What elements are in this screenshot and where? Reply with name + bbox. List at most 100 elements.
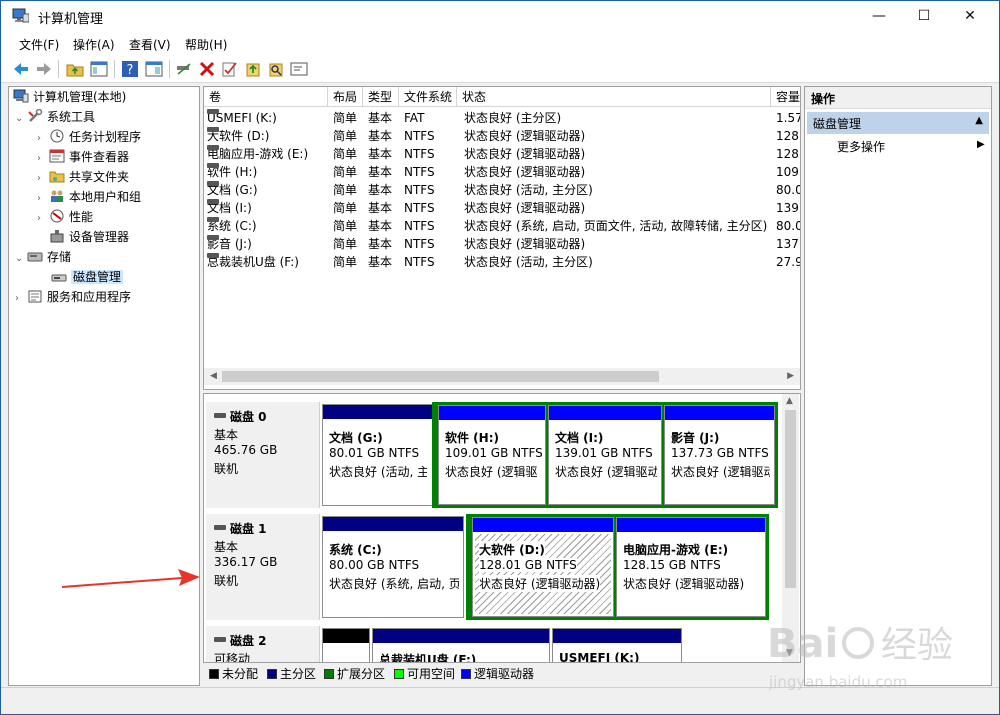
forward-arrow-icon[interactable] [35, 60, 53, 78]
chevron-down-icon[interactable]: ⌄ [15, 250, 27, 268]
minimize-button[interactable]: — [856, 1, 902, 31]
more-actions-link[interactable]: 更多操作 [837, 138, 885, 155]
scrollbar-thumb[interactable] [222, 371, 659, 382]
scrollbar-thumb[interactable] [785, 410, 796, 588]
table-row[interactable]: 系统 (C:) 简单 基本 NTFS 状态良好 (系统, 启动, 页面文件, 活动, 故… [204, 217, 800, 235]
search-key-icon[interactable] [267, 60, 285, 78]
tree-item-local-users-groups[interactable]: › 本地用户和组 [37, 188, 141, 206]
partition-j[interactable]: 影音 (J:) 137.73 GB NTFS 状态良好 (逻辑驱动 [664, 405, 775, 505]
cell-vol: USMEFI (K:) [207, 109, 325, 127]
column-header-capacity[interactable]: 容量 [771, 87, 800, 107]
legend-logical: 逻辑驱动器 [461, 665, 534, 683]
partition-f[interactable]: 总裁装机U盘 (F:) [372, 628, 550, 662]
table-row[interactable]: 影音 (J:) 简单 基本 NTFS 状态良好 (逻辑驱动器) 137 [204, 235, 800, 253]
chevron-right-icon[interactable]: › [15, 290, 27, 308]
submenu-arrow-icon[interactable]: ▶ [977, 139, 985, 150]
export-up-icon[interactable] [244, 60, 262, 78]
menu-help[interactable]: 帮助(H) [185, 36, 227, 53]
tree-item-disk-management[interactable]: 磁盘管理 [51, 268, 124, 286]
table-row[interactable]: 电脑应用-游戏 (E:) 简单 基本 NTFS 状态良好 (逻辑驱动器) 128 [204, 145, 800, 163]
toolbar-separator [169, 60, 170, 78]
event-viewer-icon [49, 149, 65, 163]
cell-fs: NTFS [404, 147, 435, 161]
unallocated-space[interactable] [322, 628, 370, 662]
tree-label: 本地用户和组 [69, 190, 142, 204]
legend-unallocated: 未分配 [209, 665, 258, 683]
cell-fs: NTFS [404, 237, 435, 251]
logical-drive-bar [617, 518, 765, 532]
scroll-up-arrow-icon[interactable]: ▲ [786, 396, 793, 406]
delete-icon[interactable] [198, 60, 216, 78]
tree-item-device-manager[interactable]: 设备管理器 [49, 228, 129, 246]
collapse-up-icon[interactable]: ▲ [975, 115, 983, 126]
cell-cap: 139 [776, 201, 799, 215]
scroll-right-arrow-icon[interactable]: ▶ [787, 371, 794, 381]
chevron-down-icon[interactable]: ⌄ [15, 110, 27, 128]
svg-text:?: ? [127, 63, 134, 78]
tree-item-computer-management[interactable]: 计算机管理(本地) [13, 88, 126, 106]
cell-cap: 137 [776, 237, 799, 251]
partition-status: 状态良好 (活动, 主 [329, 465, 427, 479]
disk-2-label[interactable]: 磁盘 2 可移动 [206, 626, 320, 662]
toolbar: ? [1, 55, 999, 83]
table-row[interactable]: 文档 (I:) 简单 基本 NTFS 状态良好 (逻辑驱动器) 139 [204, 199, 800, 217]
tree-item-event-viewer[interactable]: › 事件查看器 [37, 148, 129, 166]
disk-1-label[interactable]: 磁盘 1 基本 336.17 GB 联机 [206, 514, 320, 620]
disk-0-label[interactable]: 磁盘 0 基本 465.76 GB 联机 [206, 402, 320, 508]
properties-pane-icon[interactable] [145, 60, 163, 78]
table-row[interactable]: 软件 (H:) 简单 基本 NTFS 状态良好 (逻辑驱动器) 109 [204, 163, 800, 181]
table-row[interactable]: 文档 (G:) 简单 基本 NTFS 状态良好 (活动, 主分区) 80.0 [204, 181, 800, 199]
column-header-type[interactable]: 类型 [363, 87, 399, 107]
column-header-filesystem[interactable]: 文件系统 [399, 87, 457, 107]
partition-k[interactable]: USMEFI (K:) [552, 628, 682, 662]
partition-d[interactable]: 大软件 (D:) 128.01 GB NTFS 状态良好 (逻辑驱动器) [472, 517, 614, 617]
actions-section-disk-management[interactable]: 磁盘管理 ▲ [807, 112, 989, 134]
show-hide-tree-icon[interactable] [90, 60, 108, 78]
back-arrow-icon[interactable] [12, 60, 30, 78]
partition-c[interactable]: 系统 (C:) 80.00 GB NTFS 状态良好 (系统, 启动, 页 [322, 516, 464, 618]
menu-file[interactable]: 文件(F) [19, 36, 59, 53]
cell-layout: 简单 [333, 255, 358, 269]
column-header-volume[interactable]: 卷 [204, 87, 328, 107]
tree-item-shared-folders[interactable]: › 共享文件夹 [37, 168, 129, 186]
partition-i[interactable]: 文档 (I:) 139.01 GB NTFS 状态良好 (逻辑驱动 [548, 405, 662, 505]
tree-item-services-applications[interactable]: › 服务和应用程序 [15, 288, 131, 306]
legend-swatch [209, 669, 219, 679]
disk-0-state: 联机 [214, 462, 239, 476]
tree-item-task-scheduler[interactable]: › 任务计划程序 [37, 128, 141, 146]
chevron-right-icon[interactable]: › [37, 170, 49, 188]
connect-icon[interactable] [175, 60, 193, 78]
chevron-right-icon[interactable]: › [37, 130, 49, 148]
chevron-right-icon[interactable]: › [37, 190, 49, 208]
partition-h[interactable]: 软件 (H:) 109.01 GB NTFS 状态良好 (逻辑驱 [438, 405, 546, 505]
horizontal-scrollbar[interactable]: ◀ ▶ [204, 368, 800, 385]
table-row[interactable]: USMEFI (K:) 简单 基本 FAT 状态良好 (主分区) 1.57 [204, 109, 800, 127]
baidu-watermark-icon: Bai 经验 jingyan.baidu.com [767, 621, 953, 691]
menu-view[interactable]: 查看(V) [129, 36, 171, 53]
volume-list-pane: 卷 布局 类型 文件系统 状态 容量 USMEFI (K:) 简单 基本 FAT 状态良… [203, 86, 801, 390]
disk-2-name: 磁盘 2 [214, 632, 267, 649]
chevron-right-icon[interactable]: › [37, 150, 49, 168]
cell-type: 基本 [368, 237, 393, 251]
column-header-layout[interactable]: 布局 [328, 87, 363, 107]
close-button[interactable]: ✕ [947, 1, 993, 31]
legend-swatch [461, 669, 471, 679]
column-header-status[interactable]: 状态 [457, 87, 771, 107]
tree-item-system-tools[interactable]: ⌄ 系统工具 [15, 108, 95, 126]
maximize-button[interactable]: ☐ [901, 1, 947, 31]
users-icon [49, 189, 65, 203]
chevron-right-icon[interactable]: › [37, 210, 49, 228]
tree-item-storage[interactable]: ⌄ 存储 [15, 248, 71, 266]
help-icon[interactable]: ? [121, 60, 139, 78]
partition-g[interactable]: 文档 (G:) 80.01 GB NTFS 状态良好 (活动, 主 [322, 404, 433, 506]
partition-e[interactable]: 电脑应用-游戏 (E:) 128.15 GB NTFS 状态良好 (逻辑驱动器) [616, 517, 766, 617]
console-icon[interactable] [290, 60, 308, 78]
menu-action[interactable]: 操作(A) [73, 36, 115, 53]
check-properties-icon[interactable] [221, 60, 239, 78]
table-row[interactable]: 大软件 (D:) 简单 基本 NTFS 状态良好 (逻辑驱动器) 128 [204, 127, 800, 145]
up-folder-icon[interactable] [66, 60, 84, 78]
cell-vol: 影音 (J:) [207, 235, 325, 253]
scroll-left-arrow-icon[interactable]: ◀ [210, 371, 217, 381]
table-row[interactable]: 总裁装机U盘 (F:) 简单 基本 NTFS 状态良好 (活动, 主分区) 27.9 [204, 253, 800, 271]
tree-item-performance[interactable]: › 性能 [37, 208, 93, 226]
